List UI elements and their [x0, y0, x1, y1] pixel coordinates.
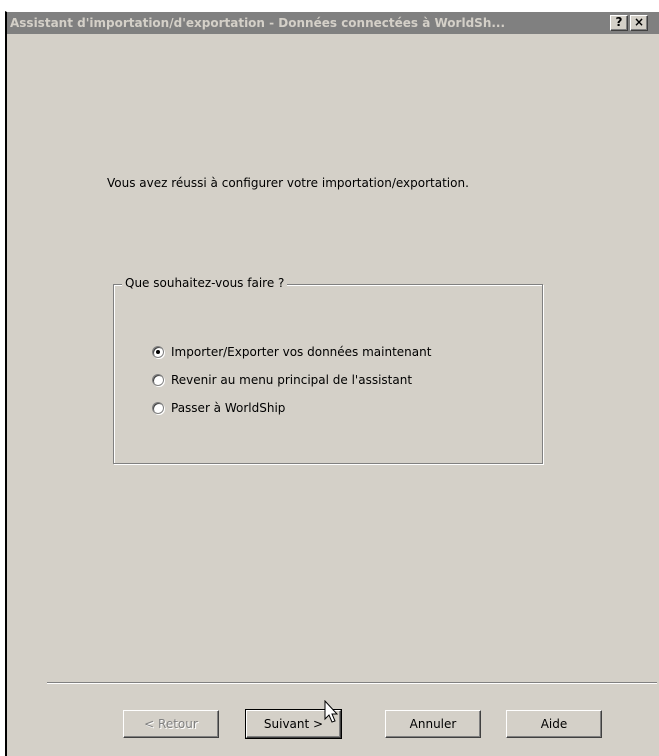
option-label: Revenir au menu principal de l'assistant	[171, 373, 413, 387]
close-icon[interactable]: ×	[630, 15, 648, 31]
title-bar[interactable]: Assistant d'importation/d'exportation - …	[7, 12, 659, 34]
back-button[interactable]: < Retour	[123, 710, 219, 738]
help-icon[interactable]: ?	[610, 15, 628, 31]
radio-icon[interactable]	[152, 402, 164, 414]
help-button[interactable]: Aide	[506, 710, 602, 738]
success-message: Vous avez réussi à configurer votre impo…	[107, 176, 469, 190]
group-title: Que souhaitez-vous faire ?	[122, 276, 288, 290]
option-import-export-now[interactable]: Importer/Exporter vos données maintenant	[152, 345, 431, 359]
option-label: Importer/Exporter vos données maintenant	[171, 345, 432, 359]
arrow-cursor-icon	[324, 700, 338, 723]
cancel-button[interactable]: Annuler	[385, 710, 481, 738]
wizard-dialog: Assistant d'importation/d'exportation - …	[5, 11, 659, 756]
button-separator	[47, 682, 657, 684]
option-label: Passer à WorldShip	[171, 401, 286, 415]
radio-selected-icon[interactable]	[152, 346, 164, 358]
action-groupbox: Que souhaitez-vous faire ? Importer/Expo…	[113, 276, 543, 464]
window-title: Assistant d'importation/d'exportation - …	[10, 16, 506, 30]
radio-icon[interactable]	[152, 374, 164, 386]
option-back-to-main-menu[interactable]: Revenir au menu principal de l'assistant	[152, 373, 412, 387]
option-go-to-worldship[interactable]: Passer à WorldShip	[152, 401, 285, 415]
